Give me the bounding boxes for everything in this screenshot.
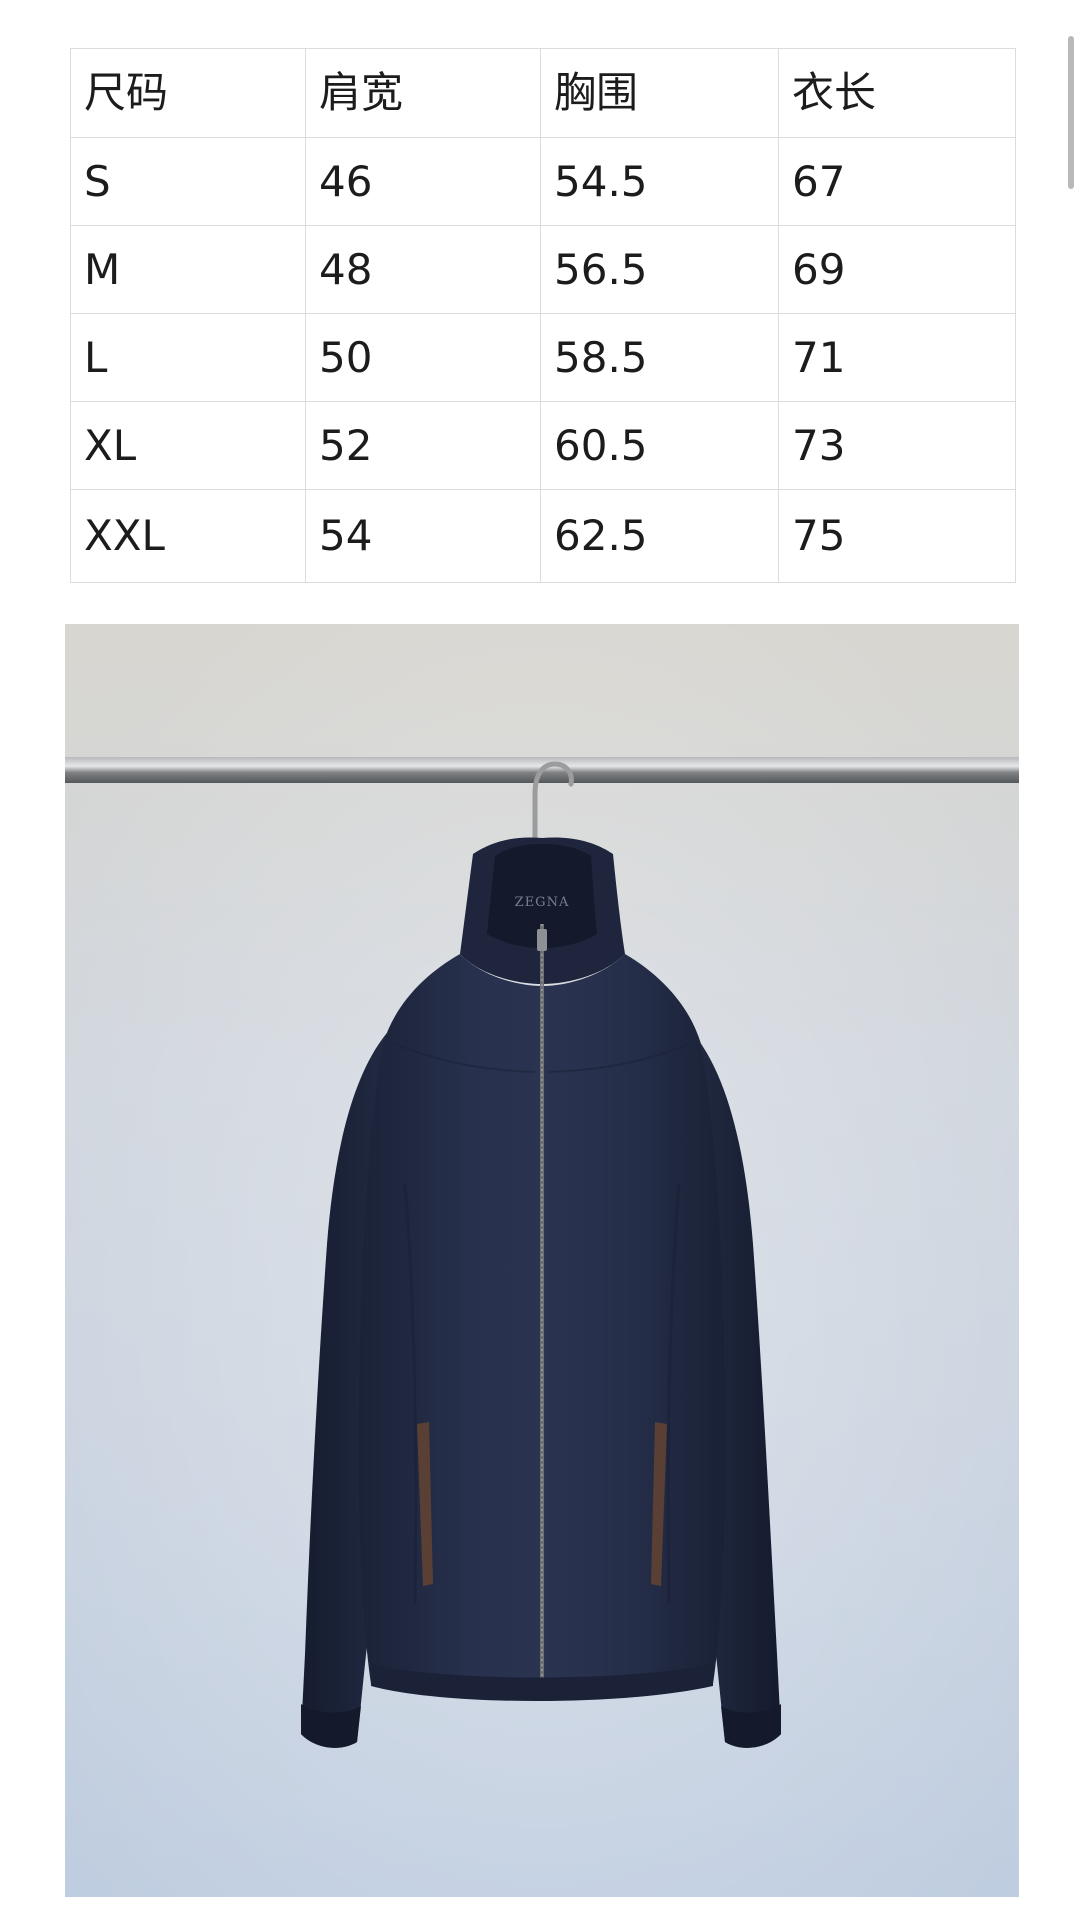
table-row: XL 52 60.5 73 (70, 401, 1016, 490)
cell-chest: 62.5 (540, 489, 779, 583)
cell-size: M (70, 225, 306, 314)
cell-size: L (70, 313, 306, 402)
product-photo: ZEGNA (65, 624, 1019, 1897)
table-row: S 46 54.5 67 (70, 137, 1016, 226)
table-row: M 48 56.5 69 (70, 225, 1016, 314)
size-chart-header-row: 尺码 肩宽 胸围 衣长 (70, 48, 1016, 138)
cell-size: XXL (70, 489, 306, 583)
cell-chest: 60.5 (540, 401, 779, 490)
collar-brand-label: ZEGNA (515, 895, 570, 910)
table-row: L 50 58.5 71 (70, 313, 1016, 402)
cell-chest: 54.5 (540, 137, 779, 226)
header-cell-chest: 胸围 (540, 48, 779, 138)
cell-length: 75 (778, 489, 1016, 583)
cell-chest: 56.5 (540, 225, 779, 314)
scrollbar-thumb[interactable] (1068, 36, 1074, 189)
header-cell-length: 衣长 (778, 48, 1016, 138)
cell-length: 67 (778, 137, 1016, 226)
cell-chest: 58.5 (540, 313, 779, 402)
header-cell-size: 尺码 (70, 48, 306, 138)
jacket-photo-illustration: ZEGNA (65, 624, 1019, 1897)
cell-shoulder: 54 (305, 489, 541, 583)
cell-length: 69 (778, 225, 1016, 314)
cell-shoulder: 50 (305, 313, 541, 402)
cell-length: 73 (778, 401, 1016, 490)
cell-shoulder: 52 (305, 401, 541, 490)
cell-size: S (70, 137, 306, 226)
cell-shoulder: 46 (305, 137, 541, 226)
cell-size: XL (70, 401, 306, 490)
zipper-pull-icon (537, 929, 547, 951)
cell-shoulder: 48 (305, 225, 541, 314)
table-row: XXL 54 62.5 75 (70, 489, 1016, 583)
header-cell-shoulder: 肩宽 (305, 48, 541, 138)
size-chart-table: 尺码 肩宽 胸围 衣长 S 46 54.5 67 M 48 56.5 69 L … (70, 48, 1016, 583)
cell-length: 71 (778, 313, 1016, 402)
